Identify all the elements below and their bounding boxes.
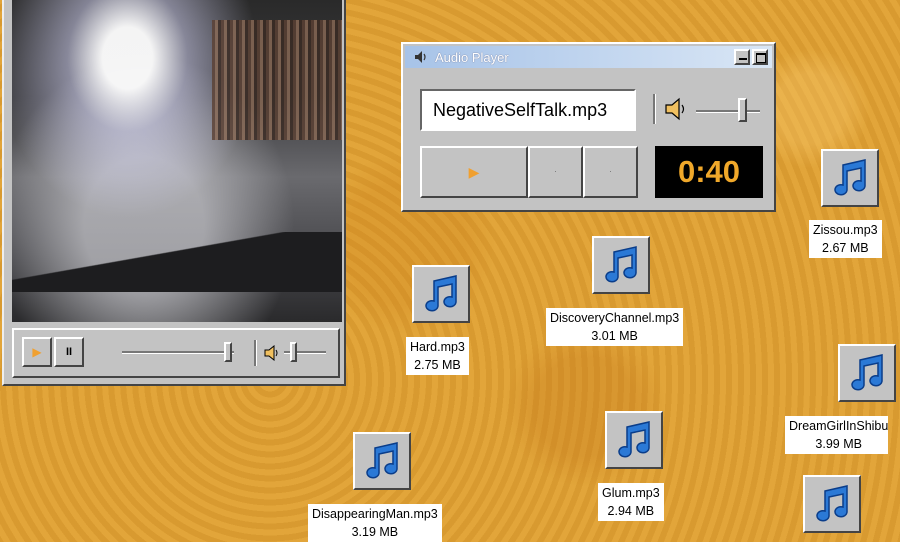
file-size: 2.94 MB bbox=[607, 504, 655, 518]
music-note-icon bbox=[366, 442, 398, 479]
video-seek-thumb[interactable] bbox=[224, 342, 232, 362]
video-controls-divider bbox=[254, 340, 257, 366]
desktop-icon-dreamgirlinshibuya[interactable] bbox=[838, 344, 896, 402]
video-volume-thumb[interactable] bbox=[290, 342, 297, 362]
file-name: Hard.mp3 bbox=[410, 340, 465, 354]
file-name: DiscoveryChannel.mp3 bbox=[550, 311, 680, 325]
music-note-icon bbox=[605, 246, 637, 283]
file-name: Glum.mp3 bbox=[602, 486, 660, 500]
file-name: DreamGirlInShibu bbox=[789, 419, 889, 433]
audio-controls-divider bbox=[653, 94, 656, 124]
video-seek-slider[interactable] bbox=[122, 351, 234, 354]
file-size: 2.75 MB bbox=[414, 358, 461, 372]
file-size: 2.67 MB bbox=[822, 241, 869, 255]
music-note-icon bbox=[618, 421, 650, 458]
video-play-button[interactable]: ▶ bbox=[22, 337, 52, 367]
play-icon: ▶ bbox=[32, 345, 42, 359]
audio-pause-button[interactable]: · bbox=[528, 146, 583, 198]
video-stage bbox=[12, 232, 342, 292]
track-name-display: NegativeSelfTalk.mp3 bbox=[420, 89, 636, 131]
desktop-icon-hard[interactable] bbox=[412, 265, 470, 323]
audio-volume-slider[interactable] bbox=[696, 110, 760, 113]
stop-icon: · bbox=[609, 169, 612, 175]
desktop-icon-label[interactable]: DreamGirlInShibu 3.99 MB bbox=[785, 416, 889, 454]
audio-player-titlebar[interactable]: Audio Player bbox=[405, 46, 772, 68]
desktop-icon-unlabeled[interactable] bbox=[803, 475, 861, 533]
file-size: 3.01 MB bbox=[591, 329, 638, 343]
desktop-icon-glum[interactable] bbox=[605, 411, 663, 469]
file-size: 3.19 MB bbox=[351, 525, 399, 539]
desktop-icon-label[interactable]: Glum.mp3 2.94 MB bbox=[598, 483, 664, 521]
desktop-icon-disappearingman[interactable] bbox=[353, 432, 411, 490]
video-crowd bbox=[212, 20, 342, 140]
video-pause-button[interactable]: II bbox=[54, 337, 84, 367]
desktop-icon-discoverychannel[interactable] bbox=[592, 236, 650, 294]
audio-play-button[interactable]: ▶ bbox=[420, 146, 528, 198]
desktop-icon-label[interactable]: DiscoveryChannel.mp3 3.01 MB bbox=[546, 308, 684, 346]
audio-volume-thumb[interactable] bbox=[738, 98, 747, 122]
speaker-icon[interactable] bbox=[264, 345, 280, 361]
time-display: 0:40 bbox=[655, 146, 763, 198]
music-note-icon bbox=[816, 485, 848, 522]
maximize-button[interactable] bbox=[752, 49, 768, 65]
pause-icon: · bbox=[554, 169, 557, 175]
desktop-icon-label[interactable]: DisappearingMan.mp3 3.19 MB bbox=[308, 504, 442, 542]
desktop-icon-zissou[interactable] bbox=[821, 149, 879, 207]
file-name: Zissou.mp3 bbox=[813, 223, 878, 237]
music-note-icon bbox=[834, 159, 866, 196]
video-player-window[interactable]: ▶ II bbox=[2, 0, 346, 386]
pause-icon: II bbox=[65, 346, 73, 358]
video-frame[interactable] bbox=[12, 0, 342, 322]
audio-player-title: Audio Player bbox=[435, 49, 509, 65]
video-controls: ▶ II bbox=[12, 328, 340, 378]
music-note-icon bbox=[425, 275, 457, 312]
audio-stop-button[interactable]: · bbox=[583, 146, 638, 198]
desktop-icon-label[interactable]: Zissou.mp3 2.67 MB bbox=[809, 220, 882, 258]
file-size: 3.99 MB bbox=[815, 437, 862, 451]
speaker-icon[interactable] bbox=[663, 96, 689, 122]
minimize-button[interactable] bbox=[734, 49, 750, 65]
desktop-icon-label[interactable]: Hard.mp3 2.75 MB bbox=[406, 337, 469, 375]
audio-player-window[interactable]: Audio Player NegativeSelfTalk.mp3 ▶ · · … bbox=[401, 42, 776, 212]
speaker-icon bbox=[415, 51, 426, 63]
file-name: DisappearingMan.mp3 bbox=[312, 507, 438, 521]
play-icon: ▶ bbox=[468, 163, 480, 180]
music-note-icon bbox=[851, 354, 883, 391]
